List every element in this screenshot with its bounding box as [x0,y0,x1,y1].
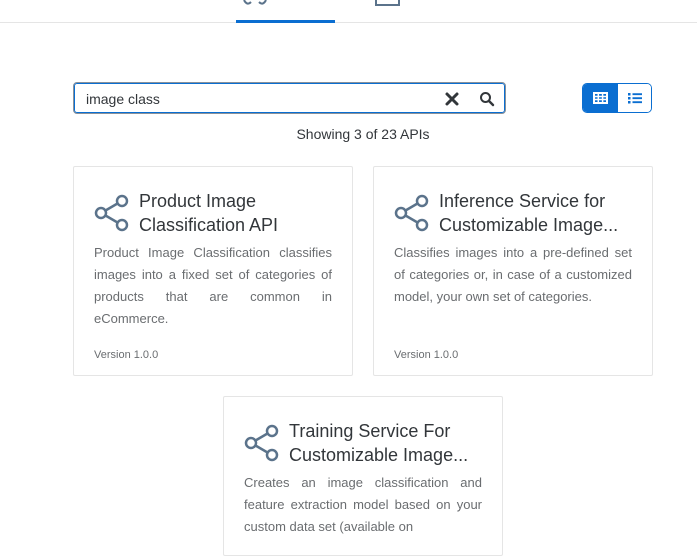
grid-icon [593,92,608,104]
results-count: Showing 3 of 23 APIs [296,126,430,142]
card-title-line: Classification API [139,215,279,235]
card-version: Version 1.0.0 [394,349,459,361]
share-icon [94,194,129,232]
card-title-line: Customizable Image... [439,215,619,235]
grid-view-button[interactable] [583,84,618,112]
search-icon[interactable] [479,91,495,107]
card-title[interactable]: Product Image Classification API [139,189,339,237]
card-description: Classifies images into a pre-defined set… [394,245,632,304]
card-description: Creates an image classification and feat… [244,475,482,534]
share-tab-icon[interactable] [241,0,269,6]
card-title[interactable]: Inference Service for Customizable Image… [439,189,639,237]
card-title[interactable]: Training Service For Customizable Image.… [289,419,489,467]
active-tab-indicator [236,20,335,23]
document-tab-icon[interactable] [375,0,400,6]
clear-icon[interactable] [444,91,460,107]
card-title-line: Product Image [139,191,257,211]
card-title-line: Customizable Image... [289,445,469,465]
top-tab-bar [0,0,697,23]
search-input[interactable] [86,89,426,109]
share-icon [244,424,279,462]
api-card[interactable]: Inference Service for Customizable Image… [373,166,653,376]
list-icon [628,93,642,104]
list-view-button[interactable] [618,84,651,112]
card-description: Product Image Classification classifies … [94,245,332,326]
share-icon [394,194,429,232]
api-card[interactable]: Product Image Classification API Product… [73,166,353,376]
api-card[interactable]: Training Service For Customizable Image.… [223,396,503,556]
card-title-line: Training Service For [289,421,451,441]
search-field[interactable] [73,82,506,114]
card-title-line: Inference Service for [439,191,606,211]
view-toggle [582,83,652,113]
card-version: Version 1.0.0 [94,349,159,361]
